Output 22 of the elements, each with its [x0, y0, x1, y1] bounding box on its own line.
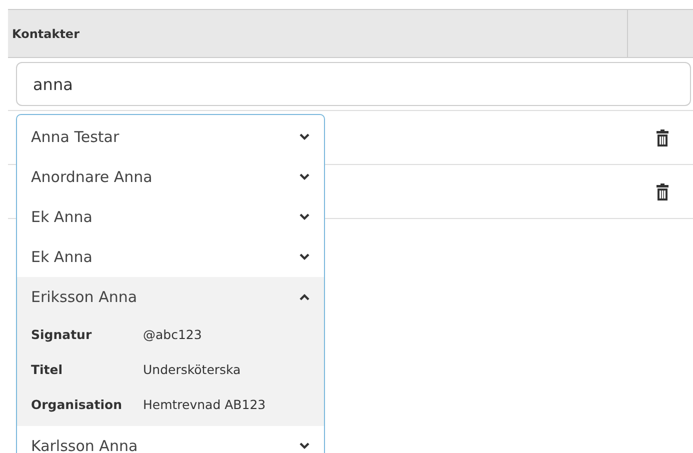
chevron-down-icon [299, 253, 310, 261]
contact-item[interactable]: Anna Testar [17, 117, 324, 157]
contact-item[interactable]: Karlsson Anna [17, 426, 324, 453]
detail-value: Hemtrevnad AB123 [143, 397, 266, 412]
trash-icon[interactable] [656, 182, 669, 200]
trash-icon[interactable] [656, 128, 669, 146]
contact-item[interactable]: Ek Anna [17, 197, 324, 237]
contact-item[interactable]: Anordnare Anna [17, 157, 324, 197]
detail-label: Titel [31, 362, 64, 377]
chevron-down-icon [299, 133, 310, 141]
search-field[interactable]: anna [16, 62, 691, 106]
chevron-up-icon [299, 293, 310, 301]
detail-value: Undersköterska [143, 362, 241, 377]
chevron-down-icon [299, 442, 310, 450]
contact-item[interactable]: Ek Anna [17, 237, 324, 277]
detail-label: Signatur [31, 327, 93, 342]
contact-item[interactable]: Eriksson Anna [17, 277, 324, 317]
chevron-down-icon [299, 173, 310, 181]
chevron-down-icon [299, 213, 310, 221]
detail-label: Organisation [31, 397, 123, 412]
column-header: Kontakter [8, 10, 628, 57]
detail-value: @abc123 [143, 327, 202, 342]
